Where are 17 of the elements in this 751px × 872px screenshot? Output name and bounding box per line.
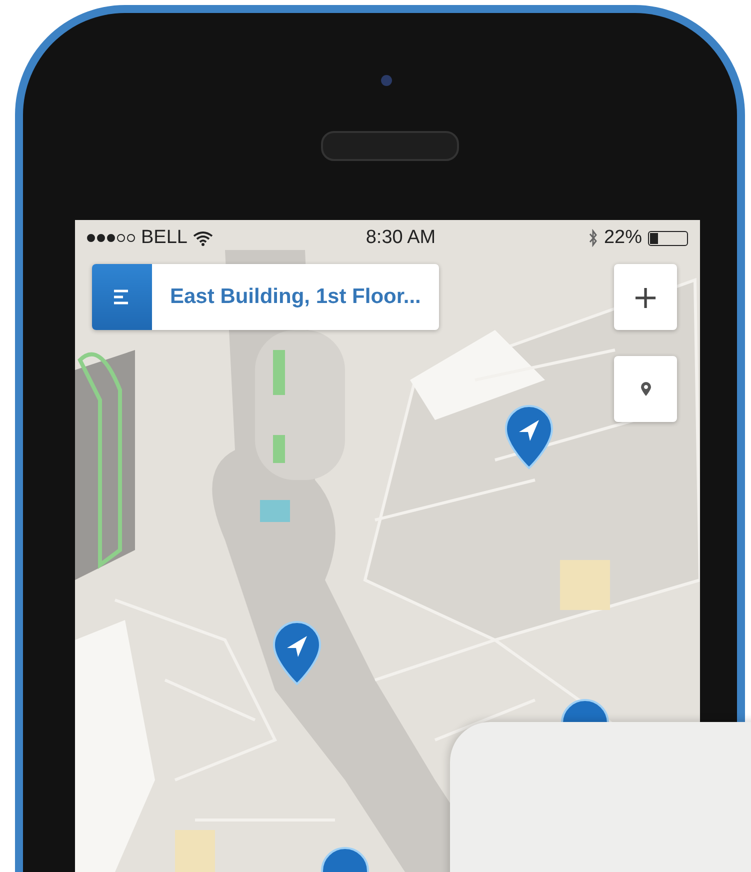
- wifi-icon: [193, 230, 214, 246]
- navigation-pin-icon[interactable]: [271, 620, 323, 686]
- navigation-pin-icon[interactable]: [503, 404, 555, 470]
- room-area: [560, 560, 610, 610]
- menu-icon[interactable]: [92, 264, 152, 330]
- location-search-bar[interactable]: East Building, 1st Floor...: [92, 264, 439, 330]
- camera-icon: [381, 75, 392, 86]
- map-pin-icon: [640, 381, 652, 397]
- zoom-in-button[interactable]: +: [614, 264, 677, 330]
- carrier-name: BELL: [141, 227, 188, 249]
- status-time: 8:30 AM: [366, 227, 436, 249]
- room-area: [175, 830, 215, 872]
- signal-icon: [87, 234, 135, 242]
- battery-icon: [648, 230, 688, 246]
- location-title: East Building, 1st Floor...: [169, 284, 422, 310]
- bluetooth-icon: [588, 229, 598, 247]
- battery-percentage: 22%: [604, 227, 642, 249]
